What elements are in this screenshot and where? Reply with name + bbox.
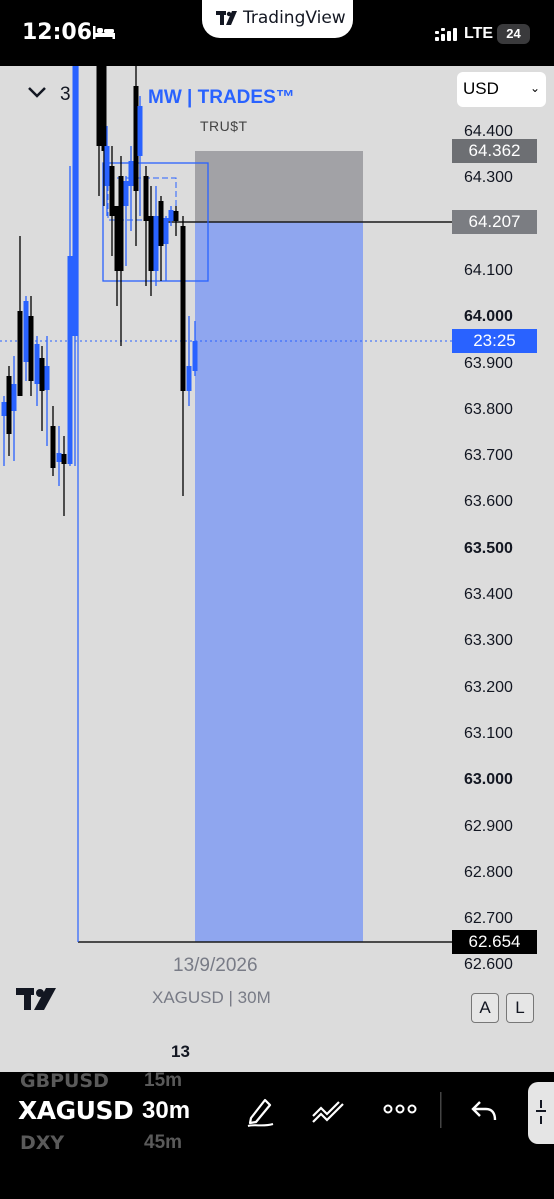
price-tick: 63.100 [464, 724, 513, 742]
candle-body [23, 301, 29, 362]
log-scale-button[interactable]: L [506, 993, 534, 1023]
chevron-down-icon [28, 87, 46, 98]
candle-body [173, 211, 179, 221]
price-tick: 63.600 [464, 493, 513, 511]
candle-body [1, 402, 7, 416]
currency-value: USD [463, 79, 499, 98]
price-tick: 63.300 [464, 632, 513, 650]
side-panel-button[interactable] [528, 1082, 554, 1144]
candle-body [180, 226, 186, 391]
candle-body [128, 161, 134, 186]
trust-label: TRU$T [200, 118, 248, 134]
network-type: LTE [464, 25, 494, 42]
target-price-label: 62.654 [452, 930, 537, 954]
symbol-prev[interactable]: GBPUSD [20, 1070, 109, 1092]
candle-body [104, 146, 110, 186]
sleep-focus-icon [93, 26, 115, 39]
candle-body [158, 201, 164, 246]
price-tick: 63.400 [464, 586, 513, 603]
candle-body [153, 216, 159, 271]
candle-body [96, 66, 102, 146]
tradingview-watermark-icon [16, 988, 56, 1010]
price-tick: 62.900 [464, 817, 513, 835]
candle-body [118, 176, 124, 271]
date-label: 13/9/2026 [173, 955, 258, 976]
candle-body [50, 426, 56, 468]
price-tick: 63.800 [464, 400, 513, 418]
symbol-watermark: XAGUSD | 30M [152, 988, 271, 1007]
candle-body [163, 218, 169, 244]
candle-body [28, 316, 34, 381]
candle-body [192, 341, 198, 371]
indicator-title[interactable]: MW | TRADES™ [148, 87, 295, 109]
take-profit-zone[interactable] [195, 222, 363, 942]
price-tick: 63.700 [464, 447, 513, 465]
price-tick: 63.200 [464, 678, 513, 696]
bottom-toolbar: GBPUSD XAGUSD DXY 15m 30m 45m [0, 1070, 554, 1199]
candle-body [44, 366, 50, 390]
price-tick: 62.600 [464, 956, 513, 974]
tradingview-pill[interactable]: TradingView [202, 0, 353, 38]
status-bar: 12:06 TradingView LTE 24 [0, 0, 554, 66]
candle-body [39, 358, 45, 391]
candle-body [17, 311, 23, 396]
currency-select[interactable]: USD ⌄ [457, 72, 546, 107]
pen-icon[interactable] [243, 1094, 277, 1128]
candle-body [11, 384, 17, 411]
candle-body [143, 176, 149, 221]
symbol-next[interactable]: DXY [20, 1132, 64, 1154]
entry-price-label: 64.207 [452, 210, 537, 234]
countdown-label: 23:25 [452, 329, 537, 353]
divider-icon [440, 1092, 442, 1128]
timeframe-prev[interactable]: 15m [144, 1070, 182, 1092]
status-time: 12:06 [22, 20, 93, 45]
indicator-count: 3 [60, 84, 71, 105]
candle-body [6, 376, 12, 434]
candle-body [168, 210, 174, 221]
candle-body [61, 454, 67, 464]
candle-body [186, 366, 192, 391]
timeframe-selector[interactable]: 30m [142, 1097, 190, 1125]
price-tick: 62.700 [464, 910, 513, 928]
candle-body [101, 66, 107, 151]
candle-body [123, 181, 129, 206]
auto-scale-button[interactable]: A [471, 993, 499, 1023]
price-tick: 63.900 [464, 354, 513, 372]
tradingview-pill-label: TradingView [243, 8, 346, 28]
signal-icon [435, 28, 457, 41]
candle-body [109, 166, 115, 216]
candles-group [1, 66, 198, 516]
price-tick: 64.100 [464, 261, 513, 279]
battery-level: 24 [506, 26, 521, 41]
price-tick: 62.800 [464, 863, 513, 881]
symbol-selector[interactable]: XAGUSD [18, 1096, 134, 1125]
time-axis-label: 13 [171, 1042, 190, 1061]
chevron-down-icon: ⌄ [529, 81, 540, 95]
collapse-indicators-button[interactable] [26, 84, 48, 105]
timeframe-next[interactable]: 45m [144, 1132, 182, 1154]
candle-body [56, 453, 62, 462]
candle-body [148, 216, 154, 271]
price-tick: 63.500 [464, 539, 513, 557]
undo-icon[interactable] [470, 1098, 498, 1124]
tradingview-logo-icon [216, 11, 237, 25]
candle-body [72, 66, 78, 336]
price-tick: 64.000 [464, 308, 513, 326]
more-icon[interactable] [383, 1102, 417, 1116]
candle-body [137, 106, 143, 156]
stop-price-label: 64.362 [452, 139, 537, 163]
price-tick: 63.000 [464, 771, 513, 789]
price-tick: 64.300 [464, 169, 513, 187]
stop-loss-zone[interactable] [195, 151, 363, 222]
panel-icon [536, 1100, 546, 1124]
candle-body [34, 344, 40, 384]
battery-indicator: 24 [497, 24, 530, 44]
candle-body [67, 256, 73, 464]
drawing-tools-icon[interactable] [311, 1094, 347, 1128]
